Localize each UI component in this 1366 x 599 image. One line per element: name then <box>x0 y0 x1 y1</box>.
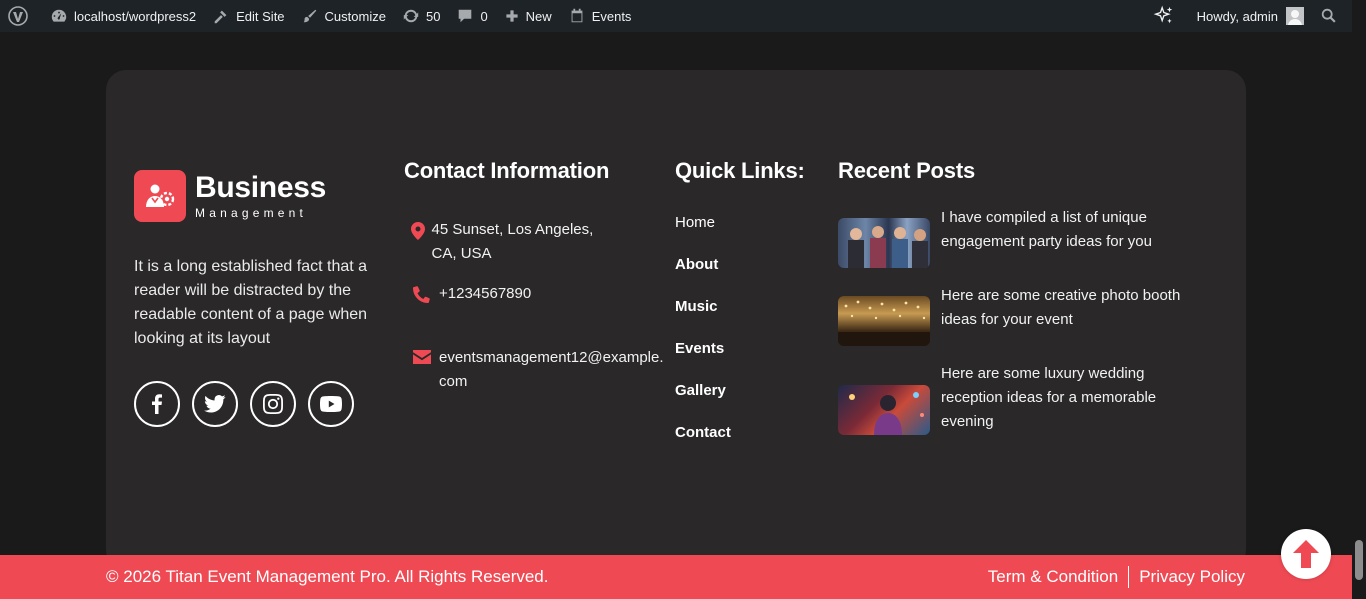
brush-icon <box>303 9 316 23</box>
email-text-line1: eventsmanagement12@example. <box>439 349 664 366</box>
twitter-button[interactable] <box>192 381 238 427</box>
contact-section: Contact Information 45 Sunset, Los Angel… <box>404 158 664 390</box>
ai-sparkle-button[interactable] <box>1145 0 1189 32</box>
post-title[interactable]: I have compiled a list of unique engagem… <box>941 206 1203 268</box>
instagram-icon <box>263 394 283 414</box>
post-title[interactable]: Here are some luxury wedding reception i… <box>941 362 1203 435</box>
plus-icon <box>506 10 518 22</box>
recent-post-item[interactable]: Here are some luxury wedding reception i… <box>838 362 1218 435</box>
mail-icon <box>404 346 439 394</box>
address-row: 45 Sunset, Los Angeles, CA, USA <box>404 218 609 266</box>
social-links <box>134 381 354 427</box>
edit-site-link[interactable]: Edit Site <box>204 0 292 32</box>
post-thumbnail[interactable] <box>838 218 930 268</box>
instagram-button[interactable] <box>250 381 296 427</box>
privacy-link[interactable]: Privacy Policy <box>1139 567 1245 587</box>
youtube-icon <box>320 396 342 412</box>
recent-posts-section: Recent Posts I have compiled a list of u… <box>838 158 1180 435</box>
customize-link[interactable]: Customize <box>293 0 394 32</box>
account-menu[interactable]: Howdy, admin <box>1189 0 1312 32</box>
arrow-up-icon <box>1293 540 1319 568</box>
site-name-label: localhost/wordpress2 <box>74 8 197 24</box>
youtube-button[interactable] <box>308 381 354 427</box>
events-link[interactable]: Events <box>560 0 640 32</box>
comments-count: 0 <box>480 8 488 24</box>
recent-posts-heading: Recent Posts <box>838 158 975 183</box>
comments-link[interactable]: 0 <box>448 0 495 32</box>
email-text-line2: com <box>439 373 468 390</box>
copyright-bar: © 2026 Titan Event Management Pro. All R… <box>0 555 1352 599</box>
howdy-label: Howdy, admin <box>1196 8 1278 24</box>
site-name-link[interactable]: localhost/wordpress2 <box>42 0 204 32</box>
recent-post-item[interactable]: I have compiled a list of unique engagem… <box>838 206 1218 268</box>
admin-search-button[interactable] <box>1312 0 1352 32</box>
brand-logo-link[interactable]: Business Management <box>134 170 326 222</box>
copyright-text: © 2026 Titan Event Management Pro. All R… <box>106 567 549 586</box>
updates-count: 50 <box>425 8 441 24</box>
quick-link-gallery[interactable]: Gallery <box>675 382 726 399</box>
email-row[interactable]: eventsmanagement12@example. com <box>404 346 664 394</box>
admin-bar: localhost/wordpress2 Edit Site Customize… <box>0 0 1352 32</box>
sparkle-icon <box>1153 5 1172 24</box>
updates-icon <box>403 9 419 23</box>
new-label: New <box>525 8 552 24</box>
quick-link-home[interactable]: Home <box>675 214 715 231</box>
updates-link[interactable]: 50 <box>394 0 448 32</box>
quick-links-heading: Quick Links: <box>675 158 805 183</box>
wordpress-logo-icon[interactable] <box>0 0 42 32</box>
phone-row[interactable]: +1234567890 <box>404 282 531 306</box>
terms-link[interactable]: Term & Condition <box>988 567 1118 587</box>
legal-divider <box>1128 566 1130 588</box>
post-thumbnail[interactable] <box>838 385 930 435</box>
brand-description: It is a long established fact that a rea… <box>134 258 368 347</box>
facebook-button[interactable] <box>134 381 180 427</box>
scrollbar-thumb[interactable] <box>1355 540 1363 580</box>
comment-icon <box>459 9 472 23</box>
address-text: 45 Sunset, Los Angeles, CA, USA <box>431 221 594 262</box>
page-scrollbar[interactable] <box>1352 0 1366 599</box>
facebook-icon <box>152 394 162 414</box>
footer-card: Business Management It is a long establi… <box>106 70 1246 570</box>
quick-link-about[interactable]: About <box>675 256 718 273</box>
phone-icon <box>404 282 439 306</box>
customize-label: Customize <box>324 8 386 24</box>
quick-link-contact[interactable]: Contact <box>675 424 731 441</box>
brand-name: Business <box>195 170 326 204</box>
dashboard-icon <box>51 9 67 22</box>
phone-text: +1234567890 <box>439 285 532 302</box>
new-content-link[interactable]: New <box>496 0 560 32</box>
twitter-icon <box>204 395 226 413</box>
post-thumbnail[interactable] <box>838 296 930 346</box>
map-pin-icon <box>404 218 432 266</box>
events-label: Events <box>591 8 632 24</box>
search-icon <box>1321 8 1336 23</box>
business-logo-icon <box>134 170 186 222</box>
recent-post-item[interactable]: Here are some creative photo booth ideas… <box>838 284 1218 346</box>
hammer-icon <box>214 10 227 24</box>
calendar-icon <box>571 8 583 23</box>
avatar <box>1286 7 1304 25</box>
post-title[interactable]: Here are some creative photo booth ideas… <box>941 284 1203 346</box>
back-to-top-button[interactable] <box>1281 529 1331 579</box>
legal-links: Term & Condition Privacy Policy <box>988 566 1245 588</box>
brand-tagline: Management <box>195 205 308 220</box>
quick-link-music[interactable]: Music <box>675 298 718 315</box>
contact-heading: Contact Information <box>404 158 610 183</box>
quick-links-section: Quick Links: Home About Music Events Gal… <box>675 158 805 441</box>
edit-site-label: Edit Site <box>236 8 285 24</box>
quick-link-events[interactable]: Events <box>675 340 724 357</box>
